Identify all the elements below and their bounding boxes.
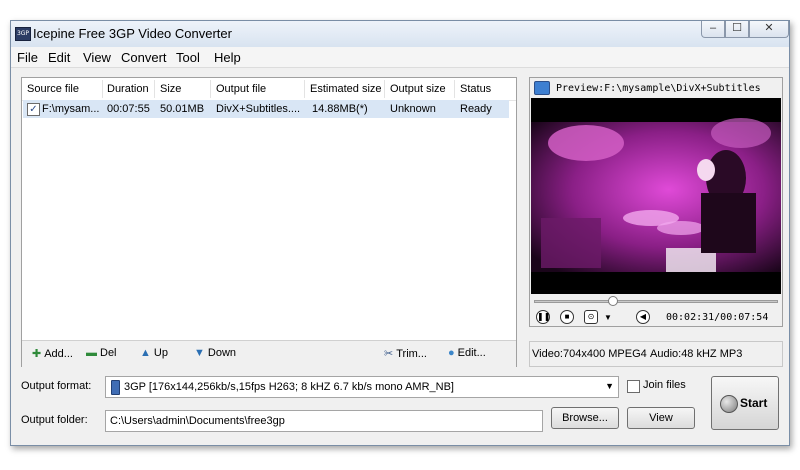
table-row[interactable]: ✓ F:\mysam... 00:07:55 50.01MB DivX+Subt… — [23, 100, 509, 118]
table-header: Source file Duration Size Output file Es… — [22, 78, 516, 101]
chevron-down-icon[interactable]: ▼ — [604, 313, 612, 322]
pause-icon[interactable]: ❚❚ — [536, 310, 550, 324]
column-size[interactable]: Size — [160, 83, 181, 95]
add-label: Add... — [44, 348, 73, 360]
tv-icon — [534, 81, 550, 95]
file-list-panel: Source file Duration Size Output file Es… — [21, 77, 517, 367]
browse-button[interactable]: Browse... — [551, 407, 619, 429]
column-divider[interactable] — [210, 80, 211, 98]
cell-output-size: Unknown — [390, 103, 436, 115]
maximize-button[interactable]: ☐ — [725, 21, 749, 38]
title-bar[interactable]: 3GP Icepine Free 3GP Video Converter – ☐… — [11, 21, 789, 48]
join-files-box[interactable] — [627, 380, 640, 393]
cell-output-file: DivX+Subtitles.... — [216, 103, 301, 115]
cell-source-file: F:\mysam... — [42, 103, 100, 115]
menu-convert[interactable]: Convert — [121, 50, 167, 65]
delete-button[interactable]: ▬ Del — [86, 347, 117, 359]
trim-button[interactable]: ✂ Trim... — [384, 347, 427, 360]
menu-file[interactable]: File — [17, 50, 38, 65]
cell-duration: 00:07:55 — [107, 103, 150, 115]
move-down-button[interactable]: ▼ Down — [194, 347, 236, 359]
plus-icon: ✚ — [32, 348, 42, 360]
phone-icon — [111, 380, 120, 395]
video-info: Video:704x400 MPEG4 — [532, 348, 647, 360]
edit-button[interactable]: ● Edit... — [448, 347, 486, 359]
menu-tool[interactable]: Tool — [176, 50, 200, 65]
column-divider[interactable] — [304, 80, 305, 98]
close-button[interactable]: ✕ — [749, 21, 789, 38]
arrow-down-icon: ▼ — [194, 347, 205, 359]
column-output-size[interactable]: Output size — [390, 83, 446, 95]
playback-time: 00:02:31/00:07:54 — [666, 312, 769, 323]
scissors-icon: ✂ — [384, 348, 394, 360]
move-up-button[interactable]: ▲ Up — [140, 347, 168, 359]
delete-label: Del — [100, 347, 117, 359]
up-label: Up — [153, 347, 168, 359]
edit-globe-icon: ● — [448, 347, 455, 359]
window-title: Icepine Free 3GP Video Converter — [33, 26, 232, 41]
column-divider[interactable] — [454, 80, 455, 98]
output-format-value: 3GP [176x144,256kb/s,15fps H263; 8 kHZ 6… — [124, 381, 454, 393]
minus-icon: ▬ — [86, 347, 97, 359]
minimize-button[interactable]: – — [701, 21, 725, 38]
seek-bar[interactable] — [534, 300, 778, 303]
menu-bar: File Edit View Convert Tool Help — [11, 47, 789, 68]
snapshot-icon[interactable]: ⊙ — [584, 310, 598, 324]
menu-help[interactable]: Help — [214, 50, 241, 65]
preview-panel: Preview:F:\mysample\DivX+Subtitles ❚❚ ■ … — [529, 77, 783, 327]
media-info: Video:704x400 MPEG4 Audio:48 kHZ MP3 — [529, 341, 783, 367]
video-frame-image — [531, 98, 781, 294]
output-format-label: Output format: — [21, 380, 92, 392]
output-folder-label: Output folder: — [21, 414, 88, 426]
arrow-up-icon: ▲ — [140, 347, 151, 359]
app-icon: 3GP — [15, 27, 31, 41]
column-output-file[interactable]: Output file — [216, 83, 266, 95]
file-toolbar: ✚ Add... ▬ Del ▲ Up ▼ Down ✂ Trim... ● Edit... — [22, 340, 516, 367]
start-orb-icon — [720, 395, 738, 413]
column-divider[interactable] — [154, 80, 155, 98]
chevron-down-icon[interactable]: ▼ — [605, 381, 614, 391]
row-checkbox[interactable]: ✓ — [27, 103, 40, 116]
column-estimated-size[interactable]: Estimated size — [310, 83, 382, 95]
column-status[interactable]: Status — [460, 83, 491, 95]
menu-edit[interactable]: Edit — [48, 50, 70, 65]
app-window: 3GP Icepine Free 3GP Video Converter – ☐… — [10, 20, 790, 446]
trim-label: Trim... — [396, 348, 427, 360]
output-folder-input[interactable]: C:\Users\admin\Documents\free3gp — [105, 410, 543, 432]
cell-status: Ready — [460, 103, 492, 115]
start-label: Start — [740, 396, 768, 410]
output-format-select[interactable]: 3GP [176x144,256kb/s,15fps H263; 8 kHZ 6… — [105, 376, 619, 398]
column-divider[interactable] — [384, 80, 385, 98]
view-button[interactable]: View — [627, 407, 695, 429]
cell-estimated-size: 14.88MB(*) — [312, 103, 368, 115]
column-divider[interactable] — [102, 80, 103, 98]
seek-thumb[interactable] — [608, 296, 619, 306]
add-button[interactable]: ✚ Add... — [32, 347, 73, 360]
menu-view[interactable]: View — [83, 50, 111, 65]
preview-title: Preview:F:\mysample\DivX+Subtitles — [556, 83, 761, 94]
stop-icon[interactable]: ■ — [560, 310, 574, 324]
audio-info: Audio:48 kHZ MP3 — [650, 348, 743, 360]
edit-label: Edit... — [457, 347, 486, 359]
join-files-label: Join files — [643, 379, 686, 391]
start-button[interactable]: Start — [711, 376, 779, 430]
volume-icon[interactable]: ◀ — [636, 310, 650, 324]
column-duration[interactable]: Duration — [107, 83, 149, 95]
video-preview[interactable] — [531, 98, 781, 294]
cell-size: 50.01MB — [160, 103, 205, 115]
column-source-file[interactable]: Source file — [27, 83, 79, 95]
down-label: Down — [207, 347, 237, 359]
